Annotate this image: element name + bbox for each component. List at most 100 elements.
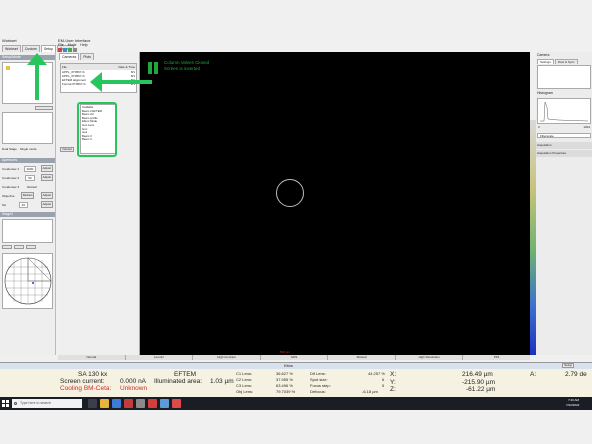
screen-current-value: 0.000 nA <box>120 378 147 385</box>
stage-a-label: A: <box>530 371 537 378</box>
lens-value: -6.18 µm <box>362 389 378 394</box>
file-explorer-icon[interactable] <box>100 399 109 408</box>
mode-tabs: Normal Lorentz High Contrast GDS Manual … <box>58 355 530 360</box>
task-view-icon[interactable] <box>88 399 97 408</box>
tab-flow-sync[interactable]: Flow & Sync <box>554 59 578 64</box>
adjust-button[interactable]: Adjust <box>40 201 53 208</box>
stage-button[interactable] <box>14 245 24 249</box>
lens-value: 5 <box>382 383 385 388</box>
acquisition-section[interactable]: Acquisition <box>536 142 592 149</box>
app-icon[interactable] <box>160 399 169 408</box>
stage-box <box>2 219 53 243</box>
histogram-range: 0 1024 <box>536 125 592 129</box>
menu-help[interactable]: Help <box>80 43 87 47</box>
histogram-chart <box>540 101 589 122</box>
mode-tab[interactable]: Manual <box>328 355 396 360</box>
apertures-list: Condenser 1 2000 Adjust Condenser 2 50 A… <box>0 163 55 210</box>
tab-custom[interactable]: Custom <box>21 45 40 52</box>
taskbar: Type here to search 7:20 AM 7/22/2022 <box>0 397 592 410</box>
stage-y-label: Y: <box>390 379 396 386</box>
right-panel-title: Camera <box>537 53 550 57</box>
checkbox-single-mode[interactable]: Single mode <box>20 147 37 151</box>
menu-bar: File Mode Help <box>58 43 88 47</box>
adjust-button[interactable]: Adjust <box>40 174 53 181</box>
lens-value: 63.496 % <box>276 383 293 388</box>
setup-button[interactable] <box>35 106 53 110</box>
start-icon[interactable] <box>2 400 9 407</box>
setup-tree <box>2 62 53 104</box>
camera-view[interactable]: Column Valves Closed Screen is inserted … <box>140 52 530 355</box>
mode-tab[interactable]: Normal <box>58 355 126 360</box>
histogram <box>537 98 591 124</box>
stage-map[interactable] <box>2 253 53 309</box>
app-icon[interactable] <box>124 399 133 408</box>
pause-icon <box>148 62 160 74</box>
aperture-label: Condenser 1 <box>2 166 20 171</box>
mode-tab[interactable]: PP1 <box>463 355 530 360</box>
checkbox-dual-stage[interactable]: Dual Stage <box>2 147 17 151</box>
center-panel: Cameras Plots File Date & Time APPL_0T05… <box>58 52 140 355</box>
scale-bar-text: 500 nm <box>280 350 291 354</box>
clock-time: 7:20 AM <box>568 398 580 402</box>
overlay-line2: Screen is inserted <box>164 66 201 71</box>
tab-cameras[interactable]: Cameras <box>59 53 80 60</box>
tab-setup[interactable]: Setup <box>40 45 56 52</box>
mode: EFTEM <box>174 371 197 378</box>
aperture-label: Condenser 3 <box>2 184 20 189</box>
stage-button[interactable] <box>2 245 12 249</box>
stage-button[interactable] <box>26 245 36 249</box>
mode-tab[interactable]: GDS <box>261 355 329 360</box>
lens-label: C3 Lens: <box>236 383 253 388</box>
stage-x-label: X: <box>390 371 397 378</box>
retract-button[interactable]: Retract <box>20 192 35 199</box>
app-icon[interactable] <box>148 399 157 408</box>
lens-label: Focus step: <box>310 383 331 388</box>
tab-camera-settings[interactable]: Settings <box>537 59 554 64</box>
aperture-value[interactable]: 2000 <box>23 165 37 172</box>
lens-label: C1 Lens: <box>236 371 253 376</box>
dropdown-value: Filterscale <box>540 134 554 138</box>
right-panel: Camera Settings Flow & Sync Histogram 0 … <box>536 52 592 355</box>
app-icon[interactable] <box>112 399 121 408</box>
status-bar: Kitos Setup SA 130 kx EFTEM Screen curre… <box>0 362 592 397</box>
app-icon[interactable] <box>172 399 181 408</box>
mode-tab[interactable]: High Contrast <box>193 355 261 360</box>
menu-file[interactable]: File <box>58 43 64 47</box>
lens-label: Obj Lens: <box>236 389 254 394</box>
annotation-arrow-up <box>35 62 39 100</box>
menu-mode[interactable]: Mode <box>68 43 77 47</box>
cooling-value: Unknown <box>120 385 148 392</box>
adjust-button[interactable]: Adjust <box>40 192 53 199</box>
tab-workset[interactable]: Workset <box>2 45 21 52</box>
aperture-value[interactable]: 50 <box>25 174 35 181</box>
status-setup-button[interactable]: Setup <box>562 363 574 368</box>
search-placeholder: Type here to search <box>20 401 51 405</box>
stage-z-label: Z: <box>390 386 396 393</box>
app-icon[interactable] <box>136 399 145 408</box>
mode-tab[interactable]: Lorentz <box>126 355 194 360</box>
status-title-bar: Kitos Setup <box>0 363 592 369</box>
illum-label: Illuminated area: <box>154 378 203 385</box>
search-icon <box>14 402 17 405</box>
stage-z-value: -61.22 µm <box>466 386 496 393</box>
taskbar-search[interactable]: Type here to search <box>12 399 82 408</box>
stage-section-title: Stage2 <box>0 212 55 217</box>
lens-label: C2 Lens: <box>236 377 253 382</box>
lens-value: 6 <box>382 377 385 382</box>
lens-label: Spot size: <box>310 377 328 382</box>
aperture-row: SA 40 Adjust <box>2 200 53 209</box>
tab-plots[interactable]: Plots <box>80 53 94 60</box>
adjust-button[interactable]: Adjust <box>40 165 53 172</box>
aperture-value[interactable]: 40 <box>18 201 28 208</box>
beam-circle <box>276 179 304 207</box>
filter-dropdown[interactable]: Filterscale <box>537 133 591 138</box>
cancel-button[interactable]: Cancel <box>60 147 74 152</box>
lens-label: Defocus: <box>310 389 326 394</box>
aperture-label: SA <box>2 202 7 207</box>
aperture-label: Objective <box>2 193 15 198</box>
folder-icon <box>6 66 10 70</box>
mode-tab[interactable]: High Resolution <box>396 355 464 360</box>
lens-value: 79.7039 % <box>276 389 296 394</box>
arrow-head-up-icon <box>27 53 47 65</box>
acquisition-properties-section[interactable]: Acquisition Properties <box>536 150 592 157</box>
